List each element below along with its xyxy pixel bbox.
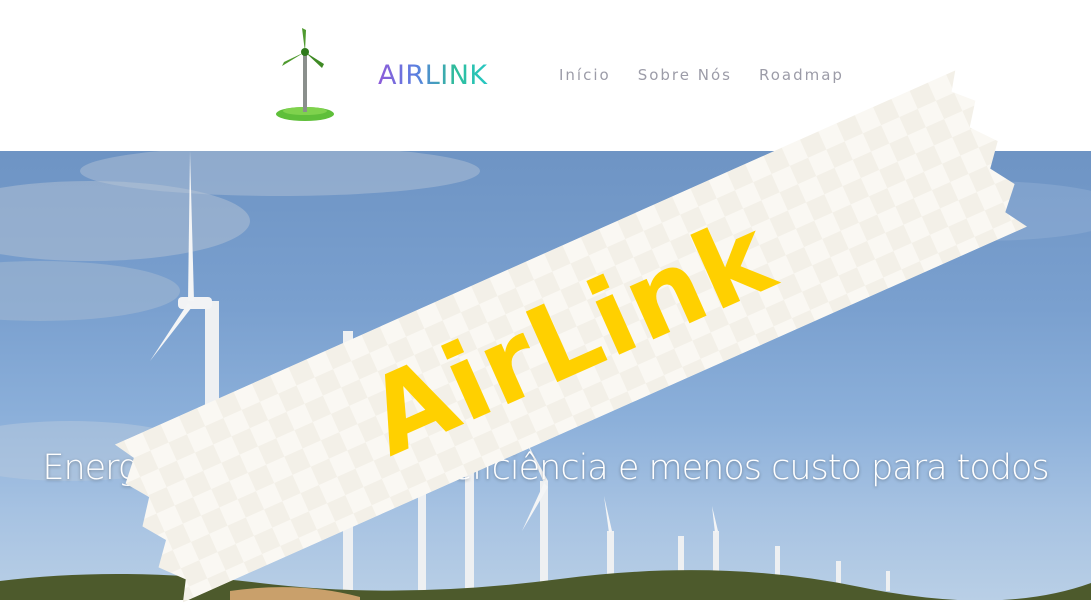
nav-link-inicio[interactable]: Início bbox=[559, 66, 611, 84]
wind-turbine-logo-icon[interactable] bbox=[272, 26, 338, 124]
nav-link-roadmap[interactable]: Roadmap bbox=[759, 66, 844, 84]
brand-name[interactable]: AIRLINK bbox=[378, 60, 488, 91]
main-nav: Início Sobre Nós Roadmap bbox=[559, 66, 844, 84]
nav-link-sobre-nos[interactable]: Sobre Nós bbox=[638, 66, 732, 84]
